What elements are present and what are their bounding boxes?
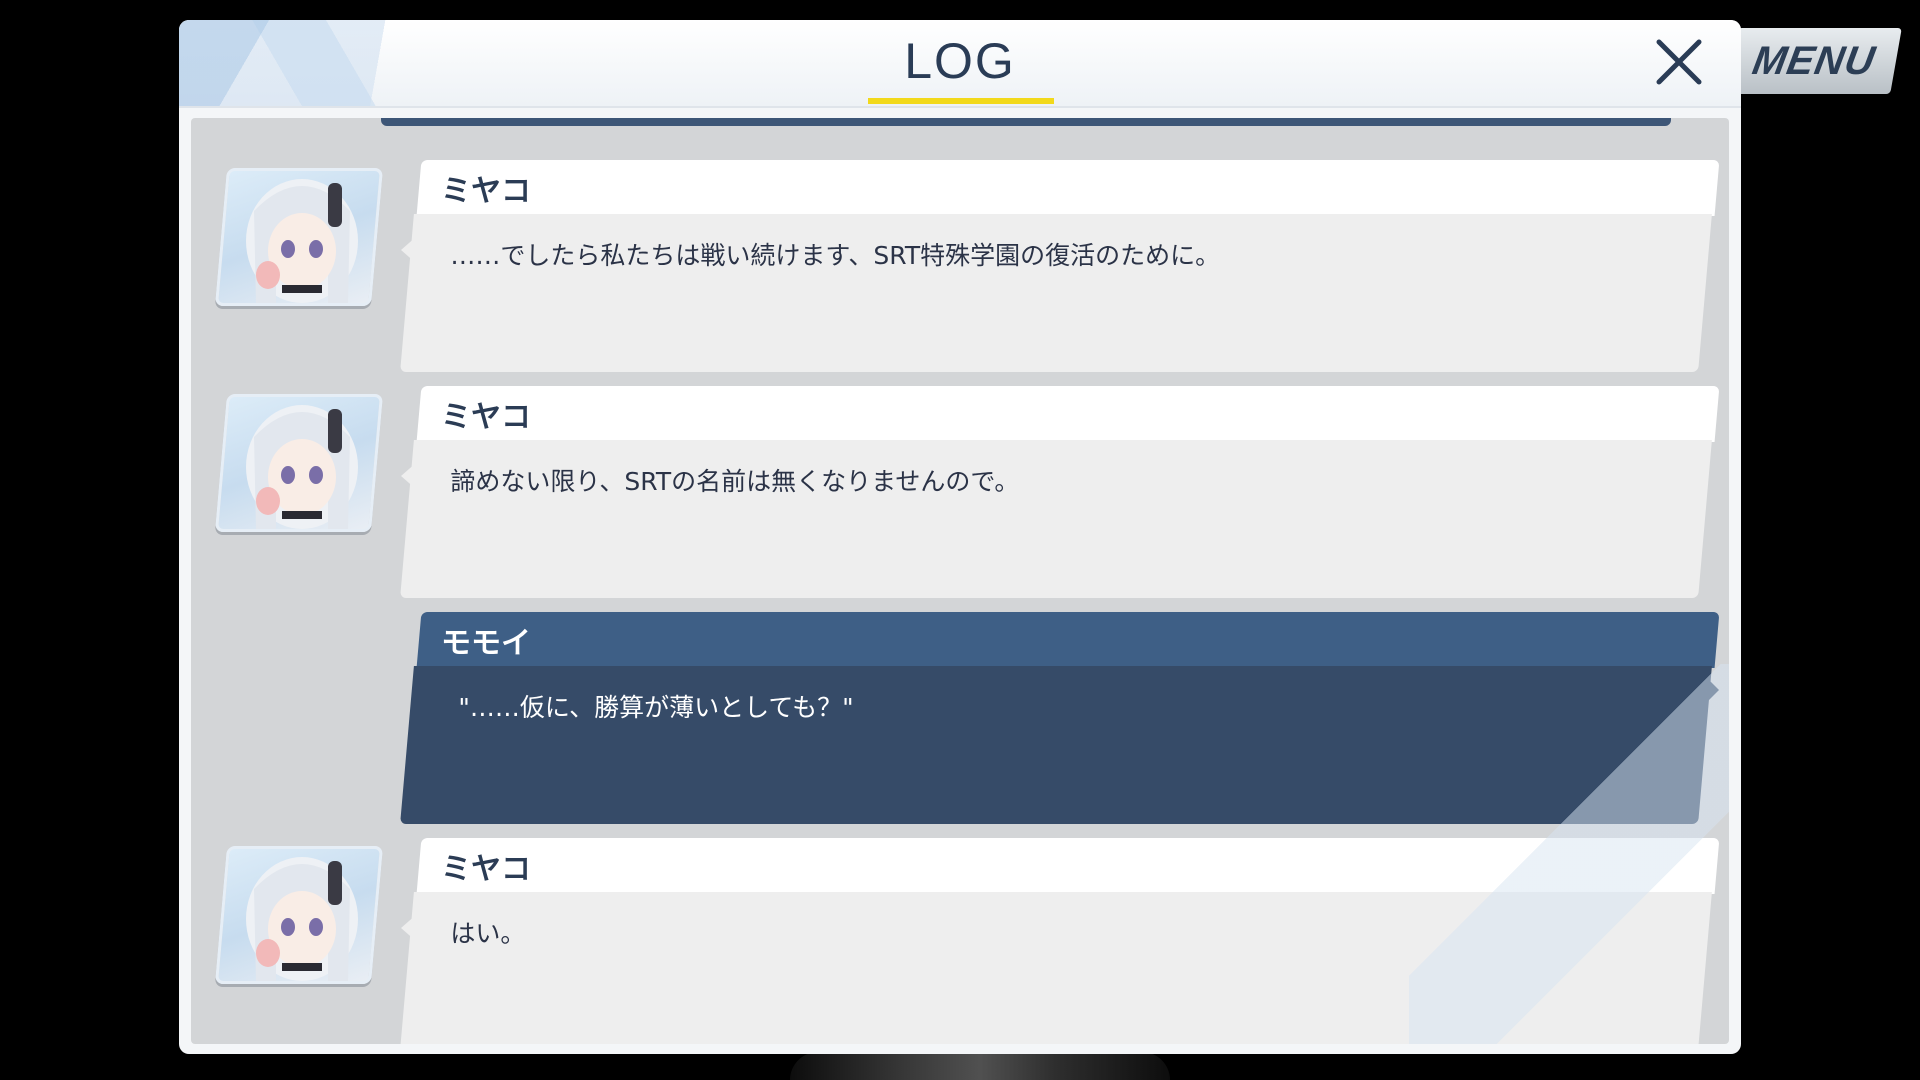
speaker-name-box: ミヤコ [416,386,1720,442]
dialogue-box: はい。 [400,892,1712,1044]
log-window: LOG ミヤコ ……でしたら私たちは戦い続けます、SRT特殊学園の復活のために。… [179,20,1741,1054]
character-avatar [214,846,384,984]
log-list[interactable]: ミヤコ ……でしたら私たちは戦い続けます、SRT特殊学園の復活のために。 ミヤコ… [191,118,1729,1044]
log-entry: ミヤコ はい。 [191,838,1729,1044]
speaker-name: ミヤコ [441,400,531,435]
dialogue-box: 諦めない限り、SRTの名前は無くなりませんので。 [400,440,1712,598]
log-entry-self: モモイ "……仮に、勝算が薄いとしても？" [191,612,1729,824]
close-icon [1656,39,1702,85]
title-underline [868,98,1054,104]
log-entry: ミヤコ 諦めない限り、SRTの名前は無くなりませんので。 [191,386,1729,598]
background-figure [790,1052,1170,1080]
speaker-name-box: モモイ [416,612,1720,668]
dialogue-box: ……でしたら私たちは戦い続けます、SRT特殊学園の復活のために。 [400,214,1712,372]
dialogue-box: "……仮に、勝算が薄いとしても？" [400,666,1712,824]
log-title: LOG [904,33,1016,89]
menu-button[interactable]: MENU [1726,28,1902,94]
speaker-name-box: ミヤコ [416,838,1720,894]
log-entry: ミヤコ ……でしたら私たちは戦い続けます、SRT特殊学園の復活のために。 [191,160,1729,372]
speaker-name-box: ミヤコ [416,160,1720,216]
dialogue-text: 諦めない限り、SRTの名前は無くなりませんので。 [450,467,1020,496]
dialogue-text: "……仮に、勝算が薄いとしても？" [458,693,854,722]
dialogue-text: はい。 [450,919,526,948]
speaker-name: モモイ [441,626,531,661]
speaker-name: ミヤコ [441,852,531,887]
speaker-name: ミヤコ [441,174,531,209]
scroll-indicator [381,118,1671,126]
dialogue-text: ……でしたら私たちは戦い続けます、SRT特殊学園の復活のために。 [450,241,1221,270]
log-header: LOG [179,20,1741,108]
character-avatar [214,394,384,532]
close-button[interactable] [1651,34,1707,90]
menu-label: MENU [1749,38,1879,83]
character-avatar [214,168,384,306]
bubble-tail [1703,674,1719,706]
